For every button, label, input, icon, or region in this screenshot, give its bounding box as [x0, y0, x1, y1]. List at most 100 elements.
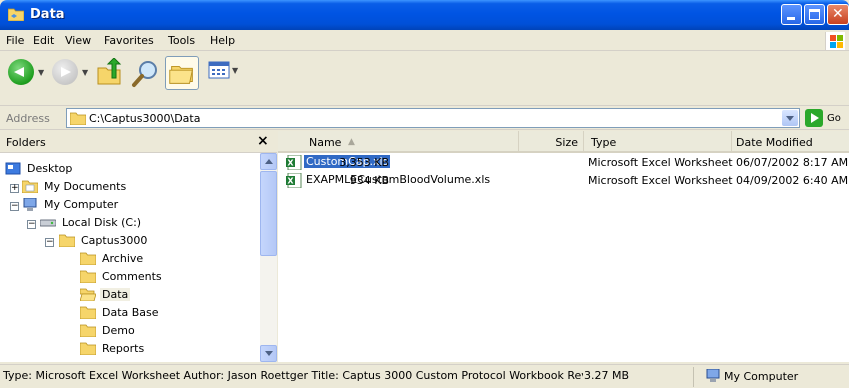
- views-dropdown-icon[interactable]: ▼: [232, 66, 238, 75]
- expand-icon[interactable]: +: [10, 184, 19, 193]
- maximize-button[interactable]: [804, 4, 825, 25]
- menu-favorites[interactable]: Favorites: [104, 34, 154, 47]
- go-button[interactable]: [805, 109, 823, 127]
- tree-label: Desktop: [27, 162, 73, 175]
- folder-tree: Desktop + My Documents − My Computer − L…: [0, 153, 260, 362]
- close-icon: ✕: [832, 6, 844, 22]
- minimize-button[interactable]: [781, 4, 802, 25]
- search-icon[interactable]: [131, 58, 161, 88]
- scroll-up-button[interactable]: [260, 153, 277, 170]
- file-size: 3,353 KB: [339, 156, 389, 169]
- go-label[interactable]: Go: [827, 113, 841, 124]
- menu-file[interactable]: File: [6, 34, 24, 47]
- file-row[interactable]: X EXAPMLECustomBloodVolume.xls 934 KB Mi…: [278, 172, 849, 189]
- column-name-label: Name: [309, 136, 342, 149]
- folder-icon: [8, 8, 24, 21]
- folders-button[interactable]: [165, 56, 199, 90]
- file-date: 06/07/2002 8:17 AM: [736, 156, 849, 169]
- collapse-icon[interactable]: −: [10, 202, 19, 211]
- back-dropdown-icon[interactable]: ▼: [38, 68, 44, 77]
- tree-label: My Computer: [44, 198, 119, 211]
- folders-scrollbar[interactable]: [260, 153, 277, 362]
- column-date[interactable]: Date Modified: [732, 131, 849, 151]
- hard-drive-icon: [40, 219, 56, 227]
- svg-text:X: X: [287, 177, 294, 186]
- address-bar: Address C:\Captus3000\Data Go: [0, 106, 849, 130]
- column-header: Name ▲ Size Type Date Modified: [278, 131, 849, 153]
- folder-icon: [22, 180, 38, 193]
- menu-help[interactable]: Help: [210, 34, 235, 47]
- file-type: Microsoft Excel Worksheet: [588, 156, 733, 169]
- back-button[interactable]: [8, 59, 34, 85]
- address-label: Address: [6, 112, 50, 125]
- explorer-window: Data ✕ File Edit View Favorites Tools He…: [0, 0, 849, 388]
- menu-bar: File Edit View Favorites Tools Help: [0, 30, 849, 51]
- excel-file-icon: X: [286, 155, 302, 170]
- collapse-icon[interactable]: −: [45, 238, 54, 247]
- status-separator: [693, 367, 694, 387]
- tree-label: Reports: [102, 342, 145, 355]
- address-path: C:\Captus3000\Data: [89, 112, 201, 125]
- file-list: Name ▲ Size Type Date Modified X CustomC…: [278, 131, 849, 362]
- folders-icon: [169, 65, 193, 84]
- sort-ascending-icon: ▲: [348, 137, 355, 147]
- scroll-thumb[interactable]: [260, 171, 277, 256]
- title-bar[interactable]: Data ✕: [0, 0, 849, 30]
- tree-label: Data: [100, 288, 131, 301]
- window-title: Data: [30, 7, 65, 22]
- file-size: 934 KB: [349, 174, 389, 187]
- folder-icon: [80, 342, 96, 355]
- folder-icon: [80, 306, 96, 319]
- menu-edit[interactable]: Edit: [33, 34, 54, 47]
- folders-title: Folders: [6, 136, 46, 149]
- file-date: 04/09/2002 6:40 AM: [736, 174, 849, 187]
- column-type-label: Type: [591, 136, 617, 149]
- collapse-icon[interactable]: −: [27, 220, 36, 229]
- tree-label: Archive: [102, 252, 144, 265]
- file-name: EXAPMLECustomBloodVolume.xls: [306, 173, 491, 186]
- windows-logo-icon: [825, 32, 845, 50]
- forward-dropdown-icon[interactable]: ▼: [82, 68, 88, 77]
- column-type[interactable]: Type: [584, 131, 732, 151]
- folders-pane: Folders × Desktop + My Documents − My Co…: [0, 131, 277, 362]
- file-type: Microsoft Excel Worksheet: [588, 174, 733, 187]
- address-dropdown-button[interactable]: [782, 110, 798, 126]
- menu-tools[interactable]: Tools: [168, 34, 195, 47]
- folders-header: Folders ×: [0, 131, 277, 153]
- views-icon[interactable]: [208, 60, 230, 80]
- folder-icon: [80, 270, 96, 283]
- svg-text:X: X: [287, 159, 294, 168]
- status-details: Type: Microsoft Excel Worksheet Author: …: [3, 369, 583, 382]
- menu-view[interactable]: View: [65, 34, 91, 47]
- desktop-icon: [5, 162, 21, 175]
- tree-label: Captus3000: [81, 234, 148, 247]
- maximize-icon: [809, 9, 820, 20]
- toolbar: ▼ ▼ ▼: [0, 52, 849, 106]
- column-size[interactable]: Size: [519, 131, 584, 151]
- status-zone: My Computer: [724, 370, 799, 383]
- minimize-icon: [787, 17, 795, 20]
- folder-icon: [70, 112, 86, 125]
- folder-icon: [80, 324, 96, 337]
- tree-label: Data Base: [102, 306, 159, 319]
- computer-icon: [706, 369, 720, 382]
- column-name[interactable]: Name ▲: [278, 131, 519, 151]
- folder-icon: [80, 252, 96, 265]
- computer-icon: [23, 198, 37, 211]
- tree-label: Comments: [102, 270, 162, 283]
- scroll-down-button[interactable]: [260, 345, 277, 362]
- status-bar: Type: Microsoft Excel Worksheet Author: …: [0, 364, 849, 388]
- forward-button[interactable]: [52, 59, 78, 85]
- file-row[interactable]: X CustomCap.xls 3,353 KB Microsoft Excel…: [278, 154, 849, 171]
- status-size: 3.27 MB: [584, 369, 630, 382]
- folder-icon: [59, 234, 75, 247]
- tree-label: Demo: [102, 324, 135, 337]
- tree-label: Local Disk (C:): [62, 216, 142, 229]
- tree-label: My Documents: [44, 180, 127, 193]
- up-folder-icon[interactable]: [96, 58, 122, 86]
- address-field[interactable]: C:\Captus3000\Data: [66, 108, 800, 128]
- folders-close-icon[interactable]: ×: [257, 133, 269, 149]
- close-button[interactable]: ✕: [827, 4, 849, 25]
- open-folder-icon: [80, 288, 96, 301]
- column-date-label: Date Modified: [736, 136, 813, 149]
